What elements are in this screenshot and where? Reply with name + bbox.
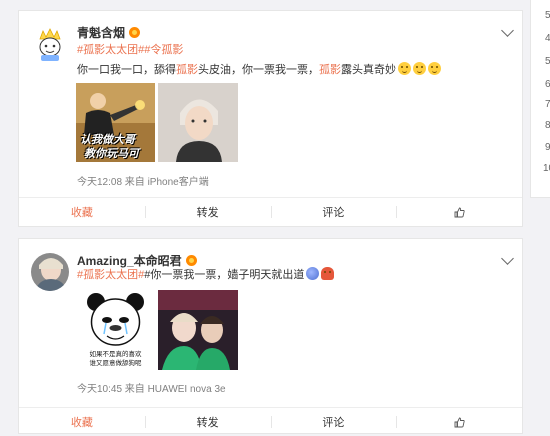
avatar[interactable] [31, 25, 69, 63]
feed-post: 青魁含烟 #孤影太太团##令孤影 你一口我一口，舔得孤影头皮油，你一票我一票，孤… [18, 10, 523, 227]
emoji-icon [428, 62, 441, 75]
thumbs-up-icon [454, 207, 465, 217]
portrait-photo-icon [158, 83, 238, 162]
repost-button[interactable]: 转发 [144, 408, 271, 436]
post-content: #孤影太太团##令孤影 [77, 42, 508, 59]
highlighted-keyword[interactable]: 孤影 [319, 64, 341, 76]
sidebar-rank-number: 7 [545, 99, 550, 110]
cartoon-face-icon [31, 25, 69, 63]
sidebar-rank-number: 8 [545, 120, 550, 131]
user-photo-icon [31, 253, 69, 291]
sidebar-rank-number: 6 [545, 79, 550, 90]
post-meta: 今天12:08 来自 iPhone客户端 [77, 177, 209, 188]
topic-tag[interactable]: #孤影太太团# [77, 269, 144, 281]
post-image[interactable]: 如果不是真的喜欢 谁又愿意做舔狗呢 [76, 290, 155, 370]
vip-badge-icon [129, 27, 141, 38]
meme-text-line: 教你玩马可 [84, 148, 139, 160]
panda-meme-icon [76, 290, 155, 350]
post-image[interactable]: 认我做大哥 教你玩马可 [76, 83, 155, 162]
repost-button[interactable]: 转发 [144, 198, 271, 226]
like-button[interactable] [396, 408, 522, 436]
post-actions: 收藏 转发 评论 [19, 197, 522, 226]
comment-button[interactable]: 评论 [270, 198, 397, 226]
highlighted-keyword[interactable]: 孤影 [176, 64, 198, 76]
thumbs-up-icon [454, 417, 465, 427]
chevron-down-icon[interactable] [501, 24, 514, 37]
post-content: 你一口我一口，舔得孤影头皮油，你一票我一票，孤影露头真奇妙 [77, 62, 508, 79]
emoji-icon [413, 62, 426, 75]
favorite-button[interactable]: 收藏 [19, 408, 145, 436]
emoji-icon [398, 62, 411, 75]
post-content: #孤影太太团##你一票我一票，嫱子明天就出道 [77, 267, 508, 284]
group-photo-icon [158, 290, 238, 370]
post-image[interactable] [158, 83, 238, 162]
sidebar-rank-number: 5 [545, 10, 550, 21]
topic-tag[interactable]: #孤影太太团# [77, 44, 144, 56]
sidebar-rank-number: 9 [545, 142, 550, 153]
post-text: 露头真奇妙 [341, 64, 396, 76]
post-text: 头皮油，你一票我一票， [198, 64, 319, 76]
post-image[interactable] [158, 290, 238, 370]
sidebar-rank-number: 4 [545, 33, 550, 44]
post-actions: 收藏 转发 评论 [19, 407, 522, 436]
crab-emoji-icon [321, 267, 335, 280]
post-text: #你一票我一票，嫱子明天就出道 [144, 269, 305, 281]
post-meta: 今天10:45 来自 HUAWEI nova 3e [77, 384, 226, 395]
vip-badge-icon [185, 255, 197, 266]
right-sidebar: 5 4 5 6 7 8 9 10 [530, 0, 550, 198]
sidebar-rank-number: 10 [543, 163, 550, 174]
chevron-down-icon[interactable] [501, 252, 514, 265]
like-button[interactable] [396, 198, 522, 226]
comment-button[interactable]: 评论 [270, 408, 397, 436]
meme-caption-line: 如果不是真的喜欢 [89, 351, 142, 358]
post-text: 你一口我一口，舔得 [77, 64, 176, 76]
feed-post: Amazing_本命昭君 #孤影太太团##你一票我一票，嫱子明天就出道 如果不是… [18, 238, 523, 434]
username-text[interactable]: 青魁含烟 [77, 26, 125, 40]
username-text[interactable]: Amazing_本命昭君 [77, 254, 182, 268]
post-username[interactable]: 青魁含烟 [77, 24, 141, 41]
avatar[interactable] [31, 253, 69, 291]
globe-emoji-icon [306, 267, 320, 280]
sidebar-rank-number: 5 [545, 56, 550, 67]
meme-caption-line: 谁又愿意做舔狗呢 [89, 360, 142, 367]
topic-tag[interactable]: #令孤影 [144, 44, 183, 56]
favorite-button[interactable]: 收藏 [19, 198, 145, 226]
